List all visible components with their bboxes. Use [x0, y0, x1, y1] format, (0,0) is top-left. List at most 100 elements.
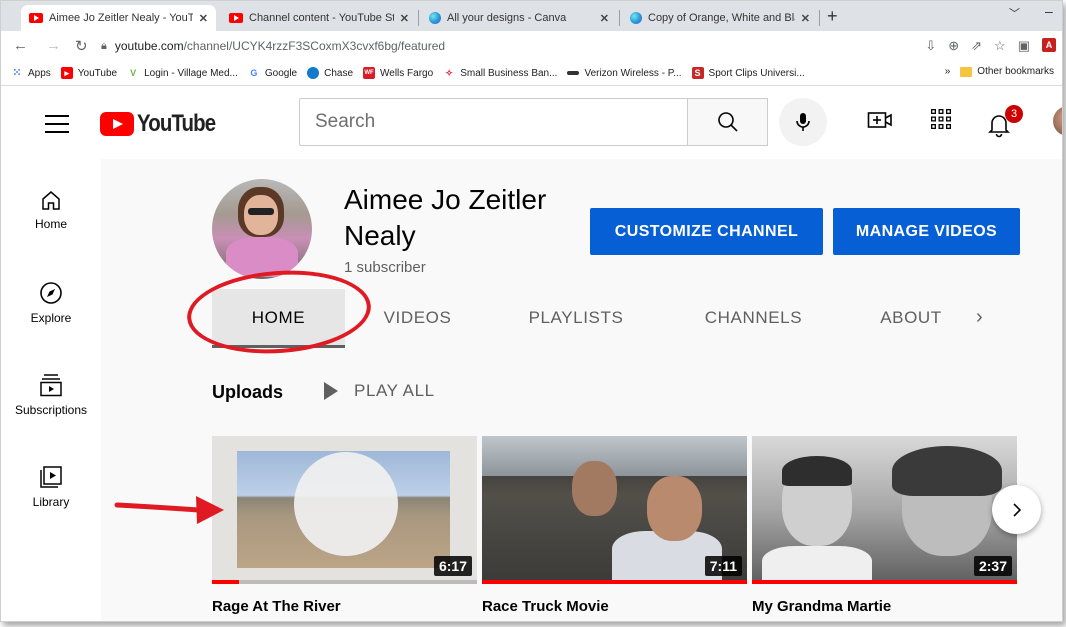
sidebar-item-library[interactable]: Library [1, 465, 101, 509]
bookmark-label: Google [264, 67, 298, 79]
youtube-logo[interactable]: YouTube [100, 110, 229, 138]
video-title[interactable]: Race Truck Movie [482, 598, 609, 615]
video-title[interactable]: My Grandma Martie [752, 598, 891, 615]
tab-videos[interactable]: VIDEOS [361, 289, 474, 347]
bank-icon: ✧ [445, 68, 453, 78]
install-app-icon[interactable]: ⇩ [925, 38, 936, 54]
browser-tab-canva-designs[interactable]: All your designs - Canva ✕ [421, 5, 617, 31]
canva-icon [429, 12, 441, 24]
browser-tab-canva-copy[interactable]: Copy of Orange, White and Black ✕ [622, 5, 818, 31]
sidebar-item-label: Library [32, 495, 70, 509]
close-tab-icon[interactable]: ✕ [600, 12, 609, 25]
video-title[interactable]: Rage At The River [212, 598, 341, 615]
apps-grid-icon[interactable] [930, 108, 952, 135]
tab-about[interactable]: ABOUT [861, 289, 961, 347]
tabs-scroll-right-icon[interactable]: › [976, 306, 983, 329]
search-icon [717, 112, 738, 132]
bookmark-apps[interactable]: ⁙ Apps [11, 67, 50, 79]
tab-separator [819, 10, 820, 26]
browser-tab-youtube-studio[interactable]: Channel content - YouTube Studio ✕ [221, 5, 417, 31]
video-thumbnail[interactable]: 2:37 [752, 436, 1017, 584]
url-host: youtube.com [114, 39, 184, 53]
bookmarks-overflow-icon[interactable]: » [945, 66, 951, 77]
minimize-window-icon[interactable]: – [1045, 3, 1053, 19]
bookmark-youtube[interactable]: ▸ YouTube [60, 67, 118, 79]
sidebar-item-label: Explore [30, 311, 72, 325]
bookmark-label: Sport Clips Universi... [708, 67, 805, 79]
new-tab-icon[interactable]: + [827, 6, 838, 27]
address-bar-icons: ⇩ ⊕ ⇗ ☆ ▣ A [925, 38, 1056, 54]
search-button[interactable] [687, 98, 768, 146]
share-icon[interactable]: ⇗ [971, 38, 982, 54]
video-thumbnail[interactable]: 7:11 [482, 436, 747, 584]
chevron-right-icon [1012, 502, 1021, 517]
village-med-icon: V [130, 68, 137, 78]
notification-count-badge: 3 [1005, 105, 1023, 123]
browser-tab-youtube-channel[interactable]: Aimee Jo Zeitler Nealy - YouTube ✕ [21, 5, 216, 31]
bookmark-verizon[interactable]: Verizon Wireless - P... [567, 68, 682, 79]
youtube-icon: ▸ [60, 67, 73, 79]
tab-playlists[interactable]: PLAYLISTS [501, 289, 651, 347]
shelf-next-button[interactable] [992, 485, 1041, 534]
lock-icon: 🔒︎ [101, 39, 107, 52]
bookmark-label: Login - Village Med... [144, 67, 238, 79]
video-duration: 6:17 [433, 556, 472, 576]
subscriptions-icon [40, 374, 62, 397]
wells-fargo-icon: WF [363, 67, 376, 79]
close-tab-icon[interactable]: ✕ [801, 12, 810, 25]
bookmark-chase[interactable]: Chase [307, 67, 353, 79]
sidebar-item-subscriptions[interactable]: Subscriptions [1, 373, 101, 417]
back-arrow-icon[interactable]: ← [13, 37, 28, 54]
extension-icon[interactable]: ▣ [1018, 38, 1030, 54]
uploads-heading: Uploads [212, 382, 284, 402]
play-all-label: PLAY ALL [354, 381, 435, 400]
voice-search-button[interactable] [779, 98, 827, 146]
play-all-button[interactable]: PLAY ALL [324, 381, 435, 401]
bookmark-sport-clips[interactable]: S Sport Clips Universi... [691, 67, 805, 79]
forward-arrow-icon[interactable]: → [46, 37, 61, 54]
url-path: /channel/UCYK4rzzF3SCoxmX3cvxf6bg/featur… [183, 39, 446, 53]
video-duration: 2:37 [973, 556, 1012, 576]
bookmark-star-icon[interactable]: ☆ [994, 38, 1006, 54]
bookmark-small-business-bank[interactable]: ✧ Small Business Ban... [443, 67, 557, 79]
close-tab-icon[interactable]: ✕ [199, 12, 208, 25]
zoom-icon[interactable]: ⊕ [948, 38, 959, 54]
bookmark-wells-fargo[interactable]: WF Wells Fargo [363, 67, 433, 79]
account-avatar[interactable] [1053, 106, 1062, 136]
menu-icon[interactable] [45, 115, 69, 139]
bookmark-village-med[interactable]: V Login - Village Med... [127, 67, 238, 79]
sidebar-item-home[interactable]: Home [1, 189, 101, 231]
bookmark-label: YouTube [77, 67, 118, 79]
sidebar-item-explore[interactable]: Explore [1, 281, 101, 325]
customize-channel-button[interactable]: CUSTOMIZE CHANNEL [590, 208, 823, 255]
apps-grid-icon: ⁙ [12, 67, 22, 79]
youtube-sidebar: Home Explore Subscriptions Library [1, 159, 101, 621]
tab-search-chevron-icon[interactable]: ﹀ [1009, 5, 1020, 21]
tab-separator [619, 10, 620, 26]
youtube-icon [29, 13, 43, 23]
sport-clips-icon: S [691, 67, 704, 79]
search-input[interactable]: Search [299, 98, 687, 146]
other-bookmarks[interactable]: Other bookmarks [977, 66, 1054, 77]
tab-title: All your designs - Canva [447, 12, 567, 24]
video-thumbnail[interactable]: 6:17 [212, 436, 477, 584]
create-video-icon[interactable] [867, 108, 893, 137]
manage-videos-button[interactable]: MANAGE VIDEOS [833, 208, 1020, 255]
tab-title: Copy of Orange, White and Black [648, 12, 795, 24]
close-tab-icon[interactable]: ✕ [400, 12, 409, 25]
bookmark-google[interactable]: G Google [248, 67, 297, 79]
bookmark-label: Chase [324, 67, 354, 79]
library-icon [40, 466, 62, 488]
sidebar-item-label: Subscriptions [14, 403, 88, 417]
folder-icon [960, 66, 973, 77]
video-duration: 7:11 [704, 556, 742, 576]
bookmarks-bar: ⁙ Apps ▸ YouTube V Login - Village Med..… [1, 61, 1062, 86]
pdf-extension-icon[interactable]: A [1042, 38, 1056, 52]
reload-icon[interactable]: ↻ [75, 37, 88, 55]
microphone-icon [796, 113, 810, 131]
url-field[interactable]: 🔒︎ youtube.com/channel/UCYK4rzzF3SCoxmX3… [101, 35, 1061, 57]
tab-channels[interactable]: CHANNELS [681, 289, 826, 347]
youtube-header: YouTube Search 3 [1, 86, 1062, 159]
tab-strip: Aimee Jo Zeitler Nealy - YouTube ✕ Chann… [1, 1, 1062, 31]
bookmarks-right: » Other bookmarks [945, 66, 1054, 77]
